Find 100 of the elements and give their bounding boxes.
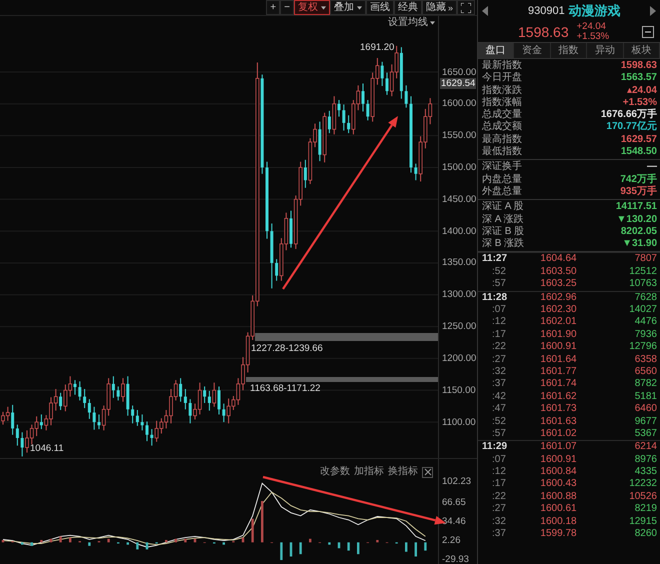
price-change: +24.04 [576,22,607,32]
tick-price: 1601.90 [539,328,578,342]
bar [30,542,33,546]
stat-value: ▴24.04 [626,84,657,97]
tick-price: 1601.73 [539,403,578,416]
candlestick [136,409,139,426]
fullscreen-button[interactable] [457,0,475,15]
toolbar-button[interactable]: − [280,0,294,15]
stat-value: 14117.51 [616,201,657,214]
price-change-percent: +1.53% [576,32,610,42]
stat-value: 170.77亿元 [606,121,657,134]
tick-price: 1601.77 [539,366,578,378]
tick-time: 11:28 [482,292,508,304]
stat-label: 深 B 涨跌 [482,238,524,250]
bar [414,542,417,556]
tick-volume: 12796 [628,341,657,354]
tick-price: 1604.64 [539,253,578,266]
tick-price: 1599.78 [539,528,578,540]
tick-volume: 5367 [634,428,657,440]
panel-tab[interactable]: 盘口 [478,43,514,58]
axis-label: 1300.00 [442,289,476,300]
bar [174,538,177,542]
candlestick [179,378,182,402]
axis-label: 1100.00 [442,416,476,428]
candlestick [342,104,346,132]
next-arrow-icon[interactable] [650,6,656,16]
stat-value: ▼130.20 [616,214,657,226]
tick-price: 1602.30 [539,304,578,316]
indicator-button[interactable]: 换指标 [388,466,418,478]
tick-volume: 6460 [634,403,657,416]
tick-volume: 7936 [634,328,657,342]
tick-time: :52 [491,266,507,278]
toolbar-button[interactable]: 隐藏 » [422,0,457,15]
candlestick [338,100,340,118]
tick-time: :37 [491,528,507,540]
toolbar-button[interactable]: + [266,0,280,15]
candlestick [362,82,364,112]
bar [40,540,43,542]
tick-price: 1601.62 [539,390,578,404]
tick-volume: 7628 [634,292,657,304]
previous-arrow-icon[interactable] [482,6,488,16]
stat-label: 总成交量 [482,109,522,120]
stat-value: 742万手 [620,174,657,186]
stat-label: 最高指数 [482,134,522,146]
tick-time: :32 [491,516,507,528]
axis-label: 1150.00 [442,384,476,396]
candlestick [184,388,187,410]
tick-time: :32 [491,366,507,378]
collapse-icon[interactable] [642,26,654,38]
tick-volume: 5181 [634,390,657,404]
axis-label: 1650.00 [442,66,476,78]
tick-volume: 12915 [628,516,657,528]
bar [347,542,350,551]
tick-price: 1600.61 [539,503,578,516]
stat-label: 最新指数 [482,60,522,72]
tick-price: 1603.50 [539,266,578,278]
toolbar-button[interactable]: 经典 [394,0,422,15]
stat-value: 1563.57 [620,72,657,85]
tick-volume: 10526 [628,490,657,504]
tick-time: :22 [491,490,507,504]
candlestick [366,100,370,121]
axis-label: 1500.00 [442,162,476,173]
ma-settings-button[interactable]: 设置均线 [388,17,435,29]
candlestick [112,376,115,398]
price-annotation: 1046.11 [30,443,64,454]
stat-label: 深 A 涨跌 [482,214,524,226]
candlestick [16,424,19,446]
candlestick [98,414,100,430]
stat-label: 外盘总量 [482,186,522,198]
tick-volume: 4335 [634,466,657,478]
toolbar-button[interactable]: 复权 [294,0,330,15]
tick-time: :37 [491,378,507,391]
toolbar-button[interactable]: 叠加 [330,0,366,15]
tick-price: 1602.96 [539,292,578,304]
stat-label: 深证 A 股 [482,201,524,214]
stat-label: 指数涨幅 [482,96,522,108]
candlestick [88,398,91,420]
stat-label: 深证换手 [482,161,522,174]
axis-label: 34.46 [442,516,466,527]
bar [309,538,312,542]
tick-volume: 6560 [634,366,657,378]
stat-value: ▼31.90 [622,238,657,250]
candlestick [92,406,96,430]
indicator-button[interactable]: 改参数 [320,466,350,478]
axis-label: 1250.00 [442,321,476,332]
indicator-button[interactable]: 加指标 [354,466,384,478]
bar [59,536,62,542]
close-icon[interactable] [422,466,433,478]
tick-time: :47 [491,403,507,416]
toolbar-button[interactable]: 画线 [366,0,394,15]
tick-time: :27 [491,503,507,516]
candlestick [188,398,192,424]
tick-price: 1600.84 [539,466,578,478]
candlestick [40,414,43,430]
index-code: 930901 [528,4,565,16]
tick-time: :07 [491,304,507,316]
tick-price: 1601.64 [539,354,578,366]
candlestick [208,390,211,412]
candlestick [83,388,86,409]
bar [376,540,379,542]
